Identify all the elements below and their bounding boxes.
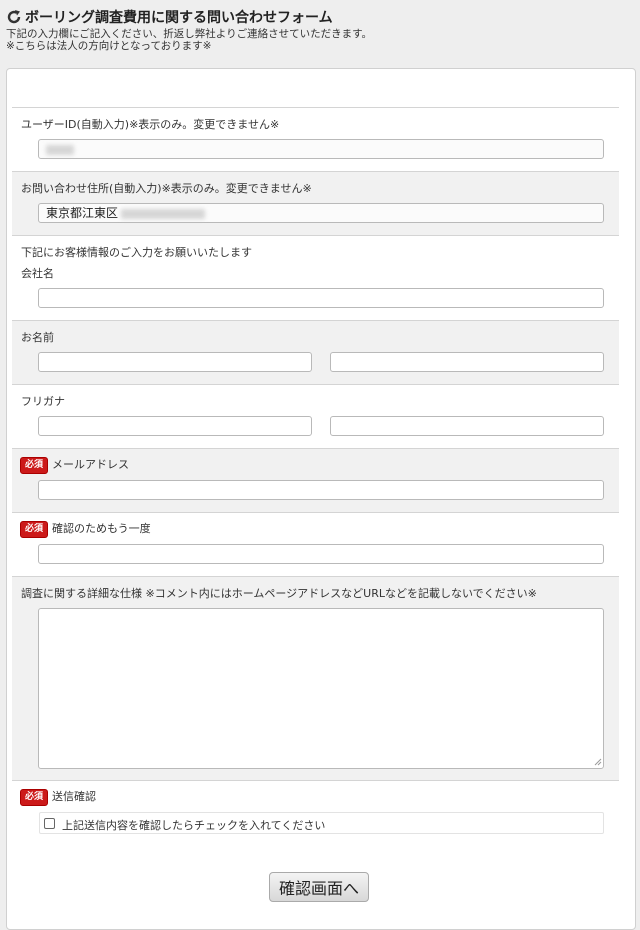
- address-label: お問い合わせ住所(自動入力)※表示のみ。変更できません※: [21, 182, 312, 195]
- details-row: 調査に関する詳細な仕様 ※コメント内にはホームページアドレスなどURLなどを記載…: [12, 576, 619, 780]
- details-label: 調査に関する詳細な仕様 ※コメント内にはホームページアドレスなどURLなどを記載…: [21, 587, 537, 600]
- user-id-label: ユーザーID(自動入力)※表示のみ。変更できません※: [21, 118, 280, 131]
- user-id-field: [38, 139, 604, 159]
- email-label: メールアドレス: [52, 458, 130, 471]
- company-label: 会社名: [21, 267, 54, 280]
- name-label: お名前: [21, 331, 54, 344]
- first-name-input[interactable]: [330, 352, 604, 372]
- resize-grip-icon[interactable]: [594, 758, 602, 766]
- email-row: 必須 メールアドレス: [12, 448, 619, 512]
- details-textarea[interactable]: [38, 608, 604, 769]
- form-header: ボーリング調査費用に関する問い合わせフォーム 下記の入力欄にご記入ください、折返…: [6, 6, 634, 52]
- confirm-checkbox[interactable]: [44, 818, 55, 829]
- customer-info-intro: 下記にお客様情報のご入力をお願いいたします: [21, 246, 252, 259]
- email-label-group: 必須 メールアドレス: [20, 456, 129, 474]
- email-input[interactable]: [38, 480, 604, 500]
- name-row: お名前: [12, 320, 619, 384]
- email-confirm-input[interactable]: [38, 544, 604, 564]
- redacted-text: [121, 208, 206, 219]
- email-confirm-label-group: 必須 確認のためもう一度: [20, 520, 151, 538]
- redacted-text: [46, 144, 74, 155]
- furigana-label: フリガナ: [21, 395, 65, 408]
- confirm-checkbox-label[interactable]: 上記送信内容を確認したらチェックを入れてください: [62, 817, 325, 833]
- confirm-screen-button[interactable]: 確認画面へ: [269, 872, 369, 902]
- confirm-checkbox-container[interactable]: 上記送信内容を確認したらチェックを入れてください: [39, 812, 604, 834]
- furigana-row: フリガナ: [12, 384, 619, 448]
- user-id-row: ユーザーID(自動入力)※表示のみ。変更できません※: [12, 107, 619, 171]
- address-row: お問い合わせ住所(自動入力)※表示のみ。変更できません※ 東京都江東区: [12, 171, 619, 235]
- form-description: 下記の入力欄にご記入ください、折返し弊社よりご連絡させていただきます。: [6, 28, 373, 40]
- email-confirm-label: 確認のためもう一度: [52, 522, 151, 535]
- last-name-kana-input[interactable]: [38, 416, 312, 436]
- address-field: 東京都江東区: [38, 203, 604, 223]
- corporate-note: ※こちらは法人の方向けとなっております※: [6, 40, 212, 52]
- first-name-kana-input[interactable]: [330, 416, 604, 436]
- company-input[interactable]: [38, 288, 604, 308]
- company-row: 下記にお客様情報のご入力をお願いいたします 会社名: [12, 235, 619, 320]
- required-badge: 必須: [20, 788, 49, 806]
- required-badge: 必須: [20, 520, 49, 538]
- last-name-input[interactable]: [38, 352, 312, 372]
- email-confirm-row: 必須 確認のためもう一度: [12, 512, 619, 576]
- send-confirm-label-group: 必須 送信確認: [20, 788, 96, 806]
- send-confirm-label: 送信確認: [52, 790, 97, 803]
- page-title: ボーリング調査費用に関する問い合わせフォーム: [25, 10, 333, 26]
- required-badge: 必須: [20, 456, 49, 474]
- refresh-icon: [6, 9, 22, 25]
